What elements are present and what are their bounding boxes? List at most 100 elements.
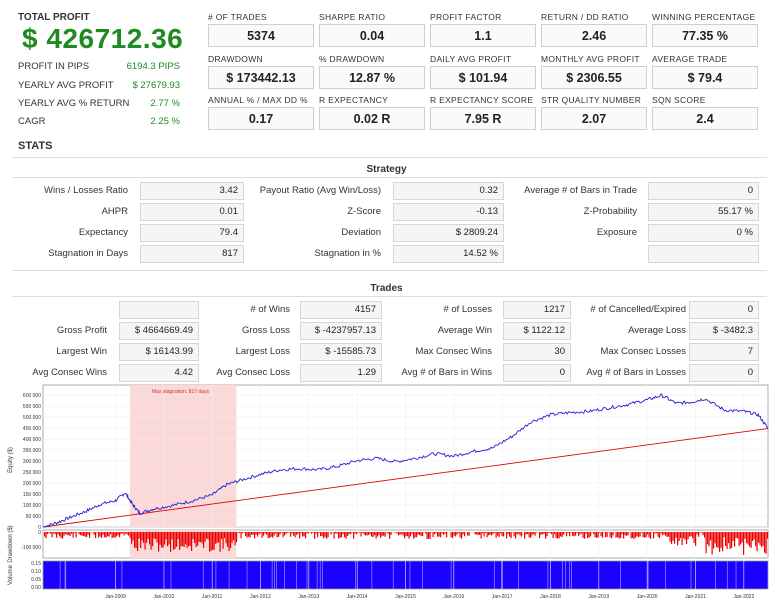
drawdown-bar xyxy=(671,532,673,544)
drawdown-bar xyxy=(146,532,148,543)
trades-value: 1217 xyxy=(503,301,571,319)
drawdown-bar xyxy=(101,532,103,538)
drawdown-bar xyxy=(642,532,644,538)
equity-ytick-label: 300 000 xyxy=(23,459,41,465)
total-profit-label: TOTAL PROFIT xyxy=(18,12,90,23)
drawdown-bar xyxy=(659,532,661,539)
drawdown-bar xyxy=(749,532,751,547)
drawdown-bar xyxy=(339,532,341,538)
drawdown-bar xyxy=(732,532,734,542)
drawdown-bar xyxy=(59,532,61,537)
drawdown-bar xyxy=(191,532,193,552)
drawdown-bar xyxy=(288,532,290,533)
drawdown-bar xyxy=(111,532,113,539)
strategy-value: -0.13 xyxy=(393,203,504,221)
drawdown-bar xyxy=(561,532,563,537)
trades-label: Max Consec Wins xyxy=(415,346,492,357)
drawdown-bar xyxy=(326,532,328,539)
trades-label: Gross Loss xyxy=(241,325,290,336)
drawdown-bar xyxy=(183,532,185,548)
drawdown-bar xyxy=(501,532,503,537)
drawdown-bar xyxy=(204,532,206,542)
drawdown-bar xyxy=(143,532,145,543)
summary-row: CAGR 2.25 % xyxy=(18,116,180,127)
summary-row-value: 2.77 % xyxy=(150,98,180,109)
summary-row-label: CAGR xyxy=(18,116,46,127)
drawdown-bar xyxy=(231,532,233,543)
drawdown-bar xyxy=(551,532,553,535)
trades-value: $ 16143.99 xyxy=(119,343,199,361)
drawdown-bar xyxy=(615,532,617,538)
trades-label: Avg # of Bars in Wins xyxy=(401,367,492,378)
metric-label: DAILY AVG PROFIT xyxy=(430,54,512,64)
drawdown-bar xyxy=(131,532,133,544)
drawdown-bar xyxy=(134,532,136,548)
drawdown-bar xyxy=(527,532,529,534)
volume-ytick-label: 0.10 xyxy=(31,569,41,575)
strategy-label: Wins / Losses Ratio xyxy=(44,185,128,196)
drawdown-bar xyxy=(747,532,749,545)
drawdown-bar xyxy=(219,532,221,552)
drawdown-bar xyxy=(587,532,589,539)
drawdown-bar xyxy=(563,532,565,535)
drawdown-bar xyxy=(731,532,733,548)
equity-ytick-label: 400 000 xyxy=(23,437,41,443)
drawdown-bar xyxy=(708,532,710,547)
drawdown-bar xyxy=(266,532,268,535)
drawdown-bar xyxy=(197,532,199,546)
drawdown-bar xyxy=(186,532,188,548)
drawdown-bar xyxy=(543,532,545,534)
drawdown-bar xyxy=(119,532,121,538)
equity-ytick-label: 450 000 xyxy=(23,426,41,432)
drawdown-bar xyxy=(113,532,115,538)
drawdown-bar xyxy=(510,532,512,539)
drawdown-bar xyxy=(368,532,370,536)
drawdown-bar xyxy=(365,532,367,536)
drawdown-bar xyxy=(648,532,650,538)
drawdown-bar xyxy=(272,532,274,538)
drawdown-bar xyxy=(420,532,422,537)
divider xyxy=(12,296,767,297)
drawdown-bar xyxy=(570,532,572,533)
drawdown-bar xyxy=(248,532,250,537)
summary-row-value: 2.25 % xyxy=(150,116,180,127)
drawdown-bar xyxy=(69,532,71,537)
metric-average-trade: AVERAGE TRADE $ 79.4 xyxy=(652,54,758,89)
drawdown-bar xyxy=(575,532,577,536)
drawdown-bar xyxy=(87,532,89,535)
trades-value: 4157 xyxy=(300,301,382,319)
drawdown-bar xyxy=(282,532,284,538)
drawdown-bar xyxy=(585,532,587,534)
x-tick-label: Jan-2011 xyxy=(202,594,223,600)
drawdown-bar xyxy=(539,532,541,539)
drawdown-bar xyxy=(228,532,230,552)
drawdown-bar xyxy=(141,532,143,541)
volume-axis-label: Volume xyxy=(8,564,14,585)
summary-row-label: YEARLY AVG % RETURN xyxy=(18,98,130,109)
metric-annual-maxdd: ANNUAL % / MAX DD % 0.17 xyxy=(208,95,314,130)
drawdown-bar xyxy=(609,532,611,538)
strategy-value: 0 % xyxy=(648,224,759,242)
drawdown-bar xyxy=(434,532,436,535)
drawdown-bar xyxy=(335,532,337,534)
drawdown-bar xyxy=(125,532,127,534)
drawdown-bar xyxy=(638,532,640,538)
drawdown-bar xyxy=(711,532,713,555)
drawdown-bar xyxy=(513,532,515,537)
drawdown-bar xyxy=(54,532,56,535)
drawdown-bar xyxy=(44,532,46,537)
drawdown-bar xyxy=(576,532,578,533)
drawdown-bar xyxy=(453,532,455,536)
drawdown-bar xyxy=(374,532,376,536)
drawdown-bar xyxy=(56,532,58,538)
trades-label: # of Wins xyxy=(250,304,290,315)
drawdown-bar xyxy=(222,532,224,549)
drawdown-bar xyxy=(108,532,110,537)
drawdown-bar xyxy=(129,532,131,539)
metric-label: ANNUAL % / MAX DD % xyxy=(208,95,308,105)
drawdown-bar xyxy=(150,532,152,550)
drawdown-bar xyxy=(389,532,391,539)
drawdown-bar xyxy=(750,532,752,548)
drawdown-bar xyxy=(251,532,253,535)
drawdown-bar xyxy=(588,532,590,538)
